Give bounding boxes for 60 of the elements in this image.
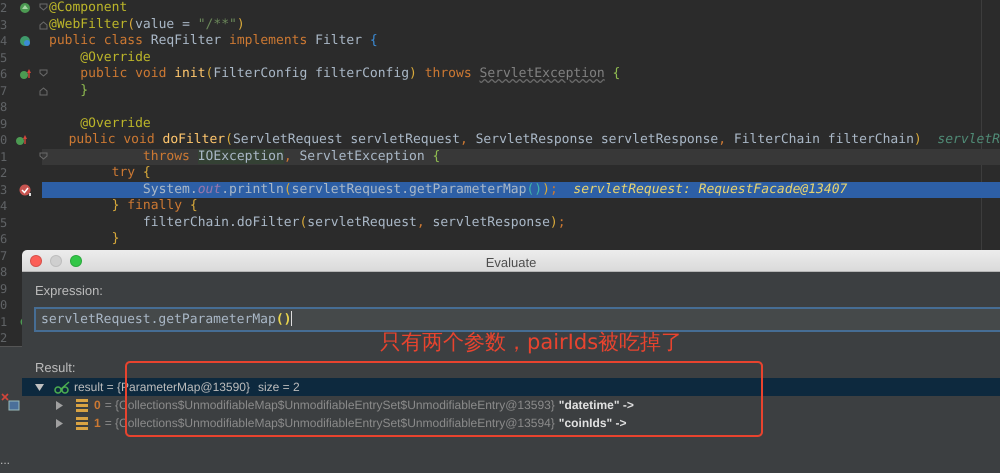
line-number: 1 (0, 148, 8, 165)
code-text: @WebFilter(value = "/**") (49, 16, 245, 33)
override-icon[interactable] (15, 134, 28, 146)
code-text: public class ReqFilter implements Filter { (49, 33, 378, 50)
line-number: 5 (0, 50, 8, 66)
line-number: 9 (0, 280, 8, 297)
code-text: public void init(FilterConfig filterConfig) throws ServletException { (79, 66, 620, 82)
line-number: 1 (0, 314, 8, 330)
code-text: @Override (79, 50, 151, 66)
line-number: 6 (0, 66, 8, 82)
line-number: 2 (0, 330, 8, 346)
override-icon[interactable] (19, 68, 31, 80)
line-number: 2 (0, 165, 8, 182)
more-button[interactable]: ... (0, 451, 10, 469)
code-text: @Component (49, 0, 128, 16)
line-number: 8 (0, 99, 8, 116)
stop-debug-icon[interactable] (1, 393, 21, 411)
zoom-window-button[interactable] (70, 254, 82, 266)
fold-marker-icon[interactable] (38, 86, 48, 96)
code-text: } (110, 231, 120, 248)
code-text: @Override (79, 116, 151, 132)
collapse-arrow-icon[interactable] (35, 382, 44, 392)
watch-glasses-icon (54, 380, 70, 394)
code-text: filterChain.doFilter(servletRequest, servletResponse); (142, 214, 566, 231)
expression-label: Expression: (35, 282, 104, 300)
code-text: throws IOException, ServletException { (142, 148, 440, 165)
line-number: 6 (0, 231, 8, 248)
expand-arrow-icon[interactable] (55, 418, 64, 428)
fold-marker-icon[interactable] (38, 69, 48, 80)
result-label: Result: (35, 358, 76, 376)
line-number: 3 (0, 182, 8, 198)
map-entry-icon (74, 416, 90, 430)
line-number: 7 (0, 248, 8, 264)
expression-field[interactable]: servletRequest.getParameterMap() (34, 306, 1000, 332)
line-number: 5 (0, 214, 8, 231)
line-number: 3 (0, 16, 8, 33)
code-text: } (79, 82, 88, 99)
fold-marker-icon[interactable] (38, 3, 48, 14)
line-number: 7 (0, 82, 8, 99)
close-window-button[interactable] (30, 254, 42, 266)
code-text: public void doFilter(ServletRequest servletRequest, ServletResponse servletResponse, FilterChain filterChain) servletR (68, 132, 1000, 148)
bean-icon[interactable] (19, 2, 31, 14)
line-number: 8 (0, 264, 8, 280)
line-number: 9 (0, 116, 8, 132)
line-number: 0 (0, 132, 8, 148)
breakpoint-icon[interactable] (19, 184, 31, 196)
line-number: 4 (0, 198, 8, 214)
line-number: 4 (0, 33, 8, 50)
fold-marker-icon[interactable] (38, 152, 48, 162)
line-number: 0 (0, 297, 8, 314)
code-text: System.out.println(servletRequest.getParameterMap()); servletRequest: RequestFacade@13407 (142, 182, 848, 198)
fold-marker-icon[interactable] (38, 20, 48, 30)
expand-arrow-icon[interactable] (55, 400, 64, 410)
map-entry-icon (74, 398, 90, 412)
dialog-title: Evaluate (486, 254, 536, 272)
line-number: 2 (0, 0, 8, 16)
implementation-icon[interactable] (19, 35, 31, 48)
code-text: } finally { (110, 198, 198, 214)
code-text: try { (110, 165, 151, 182)
annotation-text: 只有两个参数，pairIds被吃掉了 (380, 330, 684, 354)
